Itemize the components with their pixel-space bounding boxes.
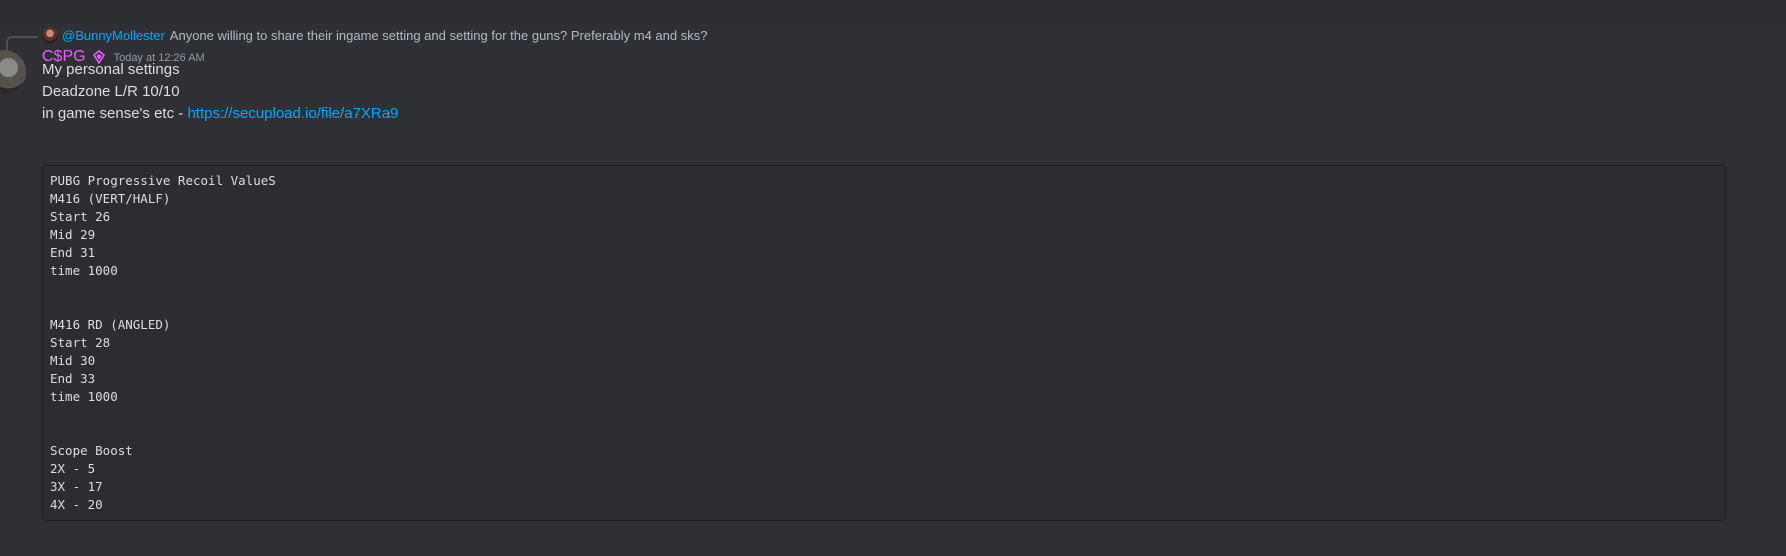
code-line: M416 RD (ANGLED)	[50, 317, 171, 332]
file-link[interactable]: https://secupload.io/file/a7XRa9	[187, 105, 398, 122]
code-line: PUBG Progressive Recoil ValueS	[50, 173, 276, 188]
code-line: End 33	[50, 371, 96, 386]
chat-message: @BunnyMollester Anyone willing to share …	[0, 24, 1786, 556]
code-line: time 1000	[50, 263, 118, 278]
code-block: PUBG Progressive Recoil ValueS M416 (VERT…	[42, 165, 1726, 521]
code-line: 4X - 20	[50, 497, 103, 512]
code-line: Start 28	[50, 335, 111, 350]
code-line: Scope Boost	[50, 443, 133, 458]
code-line: Mid 30	[50, 353, 96, 368]
code-line: Start 26	[50, 209, 111, 224]
message-line-with-link: in game sense's etc - https://secupload.…	[42, 105, 398, 122]
code-line: 2X - 5	[50, 461, 96, 476]
code-line: Mid 29	[50, 227, 96, 242]
message-text: in game sense's etc -	[42, 105, 188, 122]
code-line: End 31	[50, 245, 96, 260]
code-line: time 1000	[50, 389, 118, 404]
avatar[interactable]	[0, 50, 26, 94]
reply-text[interactable]: Anyone willing to share their ingame set…	[170, 28, 708, 43]
code-line: M416 (VERT/HALF)	[50, 191, 171, 206]
reply-connector	[6, 36, 38, 50]
previous-message-strip	[0, 0, 1786, 24]
message-line: Deadzone L/R 10/10	[42, 83, 180, 100]
reply-avatar[interactable]	[42, 27, 58, 43]
message-line: My personal settings	[42, 61, 180, 78]
code-line: 3X - 17	[50, 479, 103, 494]
reply-preview[interactable]: @BunnyMollester Anyone willing to share …	[42, 25, 707, 45]
reply-username[interactable]: @BunnyMollester	[62, 28, 165, 43]
